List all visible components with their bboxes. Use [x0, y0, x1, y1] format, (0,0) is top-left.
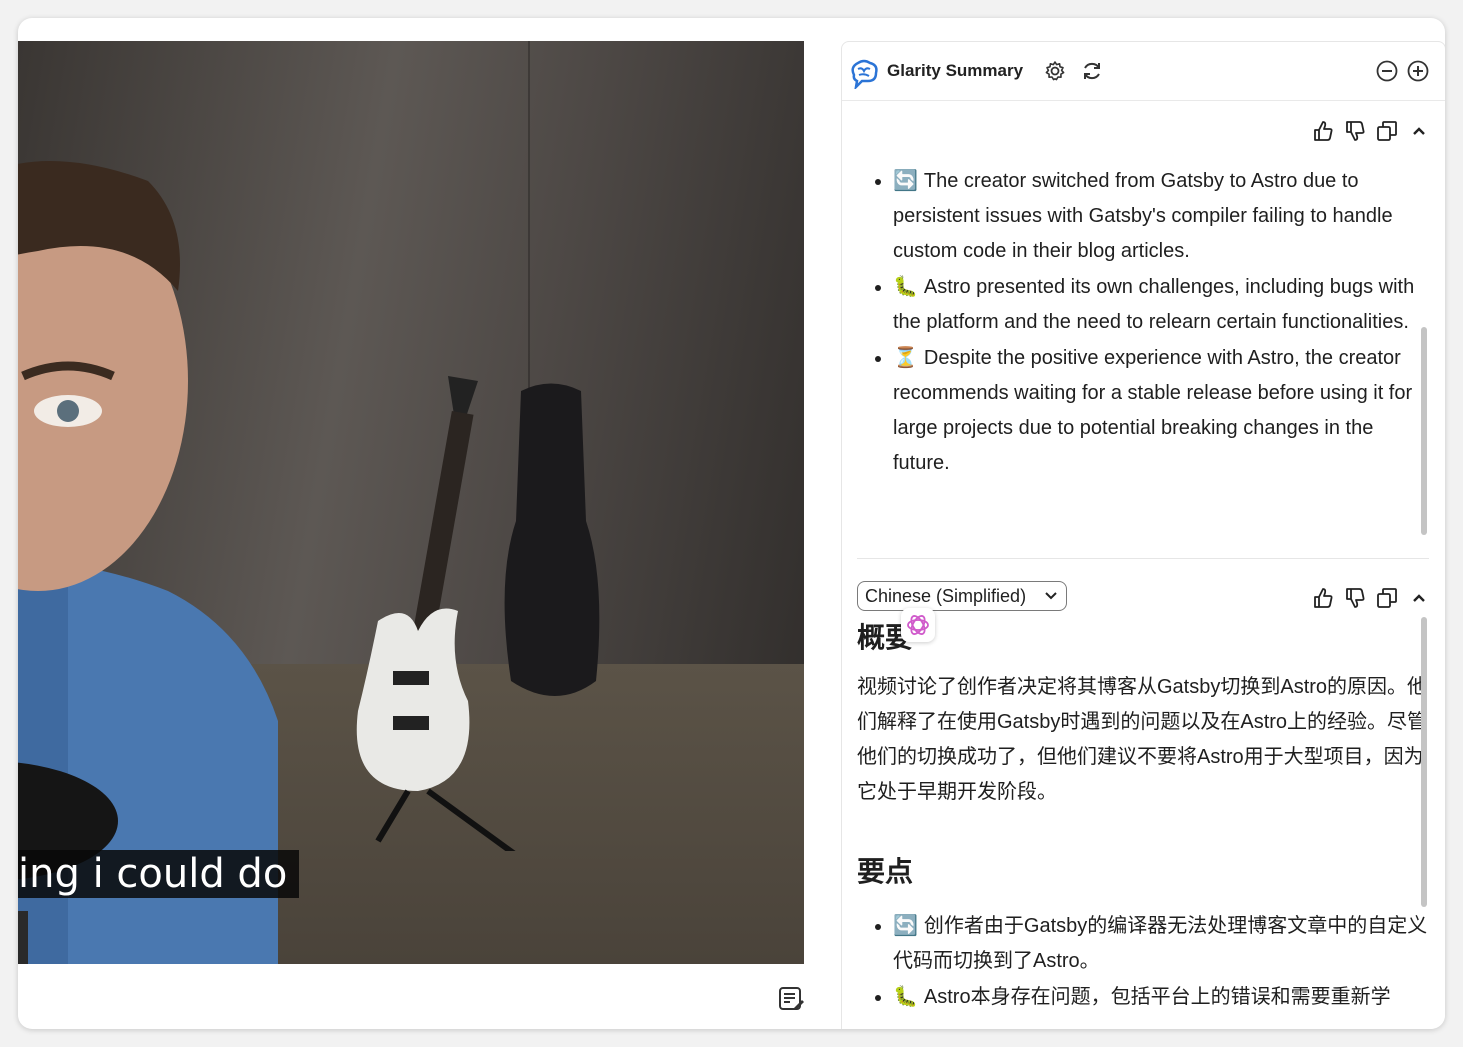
video-player[interactable]: ing i could do: [18, 41, 804, 964]
panel-header: Glarity Summary: [842, 42, 1445, 101]
list-item: ⏳Despite the positive experience with As…: [893, 340, 1429, 481]
glarity-summary-panel: Glarity Summary • 🔄 The creator switched…: [841, 41, 1445, 1029]
bullet-text: Despite the positive experience with Ast…: [893, 347, 1413, 474]
english-summary: 🔄The creator switched from Gatsby to Ast…: [857, 163, 1429, 481]
video-person: [18, 161, 278, 964]
guitar: [356, 376, 516, 851]
language-select-value: Chinese (Simplified): [865, 586, 1027, 606]
hourglass-emoji-icon: ⏳: [893, 345, 918, 369]
chevron-up-icon[interactable]: [1407, 119, 1431, 143]
list-item: 🐛Astro presented its own challenges, inc…: [893, 269, 1429, 340]
minus-circle-icon[interactable]: [1375, 59, 1399, 83]
bug-emoji-icon: 🐛: [893, 984, 918, 1008]
browser-window: ing i could do Glarity Summary • 🔄 The c…: [18, 18, 1445, 1029]
chinese-key-points: 🔄创作者由于Gatsby的编译器无法处理博客文章中的自定义代码而切换到了Astr…: [857, 908, 1429, 1015]
summary-toolbar: [1311, 119, 1431, 143]
plus-circle-icon[interactable]: [1406, 59, 1430, 83]
bullet-text: Astro本身存在问题，包括平台上的错误和需要重新学: [923, 986, 1391, 1008]
bullet-text: The creator switched from Gatsby to Astr…: [893, 170, 1393, 262]
list-item: 🐛Astro本身存在问题，包括平台上的错误和需要重新学: [893, 979, 1429, 1015]
bullet-text: 创作者由于Gatsby的编译器无法处理博客文章中的自定义代码而切换到了Astro…: [893, 915, 1428, 972]
bug-emoji-icon: 🐛: [893, 274, 918, 298]
thumbs-down-icon[interactable]: [1343, 586, 1367, 610]
notes-icon[interactable]: [776, 984, 806, 1014]
section-divider: [857, 558, 1429, 559]
openai-badge-icon[interactable]: [901, 608, 935, 642]
copy-icon[interactable]: [1375, 586, 1399, 610]
translation-scrollbar[interactable]: [1421, 617, 1427, 907]
refresh-emoji-icon: 🔄: [893, 913, 918, 937]
key-points-heading: 要点: [857, 856, 914, 887]
translation-toolbar: [1311, 586, 1431, 610]
bullet-text: Astro presented its own challenges, incl…: [893, 276, 1415, 333]
list-item: 🔄创作者由于Gatsby的编译器无法处理博客文章中的自定义代码而切换到了Astr…: [893, 908, 1429, 979]
summary-paragraph: 视频讨论了创作者决定将其博客从Gatsby切换到Astro的原因。他们解释了在使…: [857, 676, 1428, 803]
copy-icon[interactable]: [1375, 119, 1399, 143]
chevron-down-icon: [1045, 592, 1057, 600]
summary-heading: 概要: [857, 622, 914, 653]
chevron-up-icon[interactable]: [1407, 586, 1431, 610]
list-item: 🔄The creator switched from Gatsby to Ast…: [893, 163, 1429, 269]
gear-icon[interactable]: [1043, 59, 1067, 83]
refresh-emoji-icon: 🔄: [893, 168, 918, 192]
english-key-points: 🔄The creator switched from Gatsby to Ast…: [857, 163, 1429, 481]
thumbs-down-icon[interactable]: [1343, 119, 1367, 143]
glarity-brain-icon: [851, 59, 878, 89]
refresh-icon[interactable]: [1080, 59, 1104, 83]
panel-title: Glarity Summary: [887, 61, 1024, 80]
video-caption: ing i could do: [18, 850, 300, 898]
thumbs-up-icon[interactable]: [1311, 586, 1335, 610]
chinese-summary: 概要 视频讨论了创作者决定将其博客从Gatsby切换到Astro的原因。他们解释…: [857, 616, 1429, 1015]
english-scrollbar[interactable]: [1421, 327, 1427, 535]
language-select[interactable]: Chinese (Simplified): [857, 581, 1067, 611]
thumbs-up-icon[interactable]: [1311, 119, 1335, 143]
